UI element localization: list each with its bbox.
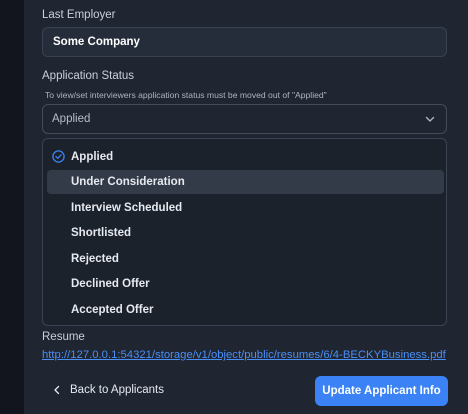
last-employer-label: Last Employer	[42, 9, 116, 21]
back-button-label: Back to Applicants	[70, 384, 164, 396]
update-applicant-info-button[interactable]: Update Applicant Info	[315, 376, 448, 406]
status-option-interview-scheduled[interactable]: Interview Scheduled	[47, 196, 444, 220]
status-option-label: Applied	[71, 151, 114, 163]
page-frame: Last Employer Some Company Application S…	[0, 0, 468, 414]
status-option-label: Shortlisted	[71, 227, 132, 239]
application-status-label: Application Status	[42, 70, 135, 82]
status-option-label: Declined Offer	[71, 278, 150, 290]
chevron-down-icon	[425, 116, 435, 122]
status-option-label: Under Consideration	[71, 176, 185, 188]
status-option-rejected[interactable]: Rejected	[47, 247, 444, 271]
application-status-hint: To view/set interviewers application sta…	[45, 90, 327, 100]
status-option-shortlisted[interactable]: Shortlisted	[47, 221, 444, 245]
status-option-declined-offer[interactable]: Declined Offer	[47, 272, 444, 296]
application-status-dropdown: Applied Under Consideration Interview Sc…	[42, 138, 447, 326]
status-option-applied[interactable]: Applied	[47, 145, 444, 169]
status-option-accepted-offer[interactable]: Accepted Offer	[47, 298, 444, 322]
status-option-label: Interview Scheduled	[71, 202, 183, 214]
status-option-label: Rejected	[71, 253, 119, 265]
resume-label: Resume	[42, 331, 85, 343]
resume-link[interactable]: http://127.0.0.1:54321/storage/v1/object…	[42, 349, 446, 361]
check-circle-icon	[52, 150, 65, 163]
last-employer-value: Some Company	[53, 36, 140, 48]
application-status-select[interactable]: Applied	[42, 104, 447, 134]
application-status-selected-value: Applied	[52, 113, 91, 125]
left-gutter	[0, 0, 24, 414]
update-button-label: Update Applicant Info	[322, 385, 441, 397]
back-to-applicants-button[interactable]: Back to Applicants	[52, 378, 164, 402]
status-option-under-consideration[interactable]: Under Consideration	[47, 170, 444, 194]
last-employer-input[interactable]: Some Company	[42, 27, 447, 57]
status-option-label: Accepted Offer	[71, 304, 154, 316]
chevron-left-icon	[54, 385, 60, 395]
